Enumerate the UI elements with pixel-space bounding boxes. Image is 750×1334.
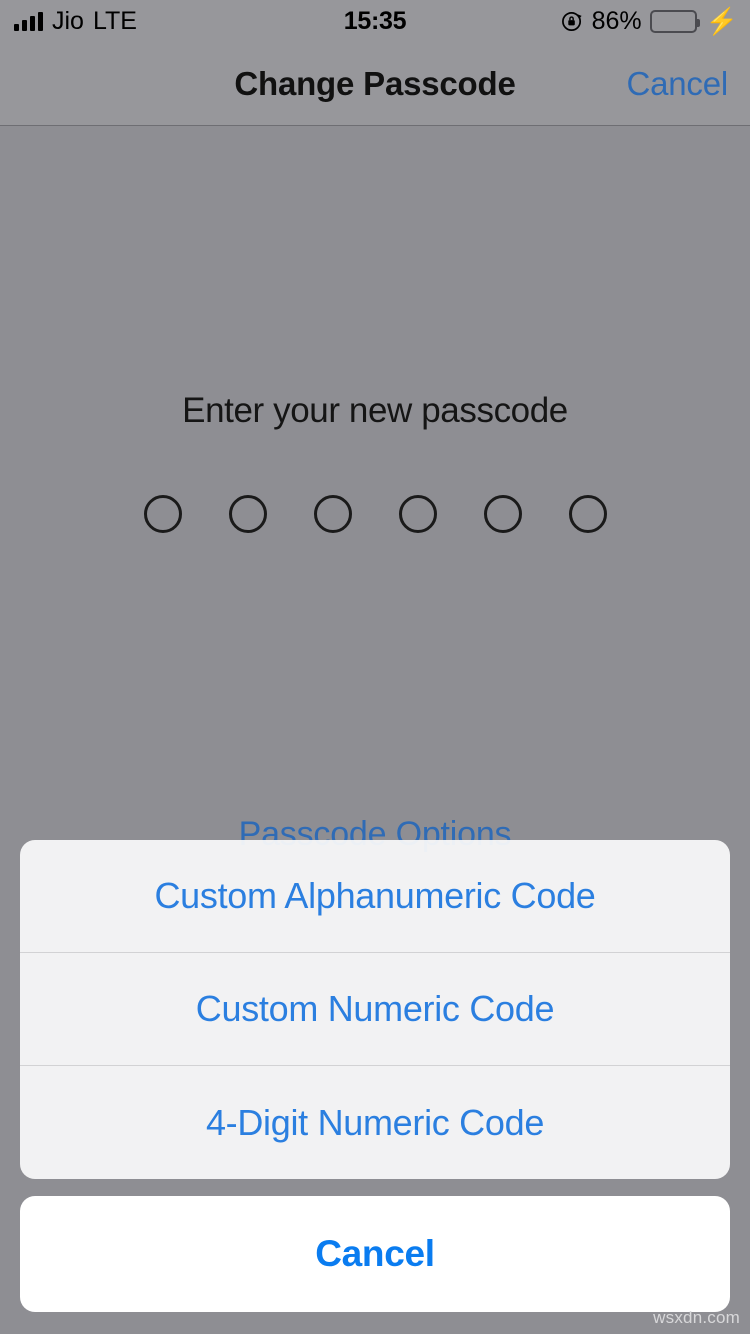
- nav-cancel-button[interactable]: Cancel: [626, 42, 728, 125]
- passcode-dot: [313, 495, 352, 533]
- action-sheet-cancel-button[interactable]: Cancel: [20, 1196, 730, 1312]
- battery-percent-label: 86%: [591, 6, 642, 35]
- action-sheet-option[interactable]: 4-Digit Numeric Code: [20, 1066, 730, 1179]
- rotation-lock-icon: [561, 10, 584, 33]
- charging-bolt-icon: ⚡: [705, 6, 738, 36]
- passcode-dot: [568, 495, 607, 533]
- battery-icon: [649, 9, 700, 33]
- navigation-bar: Change Passcode Cancel: [0, 42, 750, 126]
- passcode-prompt: Enter your new passcode: [182, 391, 568, 430]
- status-bar: Jio LTE 15:35 86% ⚡: [0, 0, 750, 42]
- passcode-dot: [228, 495, 267, 533]
- action-sheet-option[interactable]: Custom Alphanumeric Code: [20, 840, 730, 953]
- passcode-dot: [483, 495, 522, 533]
- passcode-dot-field[interactable]: [0, 495, 750, 533]
- action-sheet-cancel-group: Cancel: [20, 1196, 730, 1312]
- action-sheet-options: Custom Alphanumeric Code Custom Numeric C…: [20, 840, 730, 1179]
- action-sheet-option[interactable]: Custom Numeric Code: [20, 953, 730, 1066]
- passcode-dot: [143, 495, 182, 533]
- passcode-dot: [398, 495, 437, 533]
- status-bar-right: 86% ⚡: [561, 0, 738, 42]
- watermark: wsxdn.com: [653, 1308, 740, 1327]
